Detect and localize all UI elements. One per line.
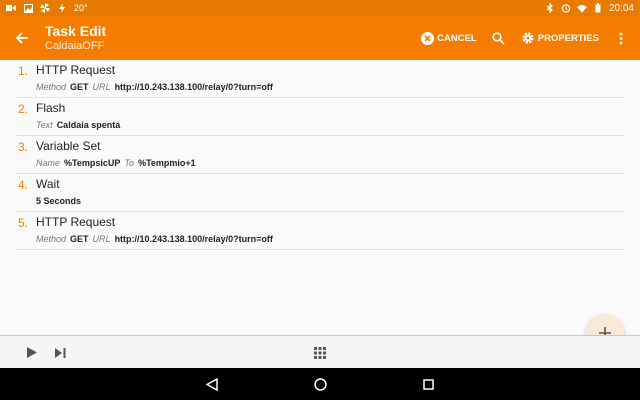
arg-label: URL xyxy=(92,234,111,244)
action-row-1[interactable]: 1. HTTP Request Method GET URL http://10… xyxy=(16,60,624,98)
overflow-menu-button[interactable] xyxy=(608,16,634,60)
circle-home-icon xyxy=(313,377,327,391)
action-row-3[interactable]: 3. Variable Set Name %TempsicUP To %Temp… xyxy=(16,136,624,174)
play-button[interactable] xyxy=(20,336,44,369)
page-title: Task Edit xyxy=(45,23,107,39)
arg-label: Method xyxy=(36,234,67,244)
status-bar: 20° 20:04 xyxy=(0,0,640,16)
temperature-text: 20° xyxy=(74,3,88,13)
action-name: Variable Set xyxy=(36,139,101,153)
gear-icon xyxy=(522,32,534,44)
cancel-icon xyxy=(421,31,435,45)
action-list: 1. HTTP Request Method GET URL http://10… xyxy=(16,60,624,250)
skip-next-icon xyxy=(54,347,65,358)
triangle-back-icon xyxy=(206,377,218,391)
pinwheel-notification-icon xyxy=(40,3,50,13)
battery-icon xyxy=(593,3,603,13)
task-name-subtitle: CaldaiaOFF xyxy=(45,40,105,52)
navigation-bar xyxy=(0,368,640,400)
arg-label: To xyxy=(124,158,135,168)
image-notification-icon xyxy=(23,3,33,13)
nav-recents-button[interactable] xyxy=(413,368,443,400)
action-number: 3. xyxy=(18,140,29,154)
play-icon xyxy=(27,347,37,358)
action-name: Wait xyxy=(36,177,60,191)
alarm-icon xyxy=(561,3,571,13)
arg-value: GET xyxy=(70,234,89,244)
search-button[interactable] xyxy=(486,16,512,60)
arg-label: Name xyxy=(36,158,61,168)
square-recents-icon xyxy=(422,378,434,390)
bluetooth-icon xyxy=(545,3,555,13)
action-row-5[interactable]: 5. HTTP Request Method GET URL http://10… xyxy=(16,212,624,250)
arg-value: %Tempmio+1 xyxy=(138,158,196,168)
action-name: Flash xyxy=(36,101,66,115)
nav-home-button[interactable] xyxy=(305,368,335,400)
properties-button[interactable]: PROPERTIES xyxy=(512,16,608,60)
action-row-2[interactable]: 2. Flash Text Caldaia spenta xyxy=(16,98,624,136)
action-number: 2. xyxy=(18,102,29,116)
arg-value: %TempsicUP xyxy=(64,158,121,168)
action-name: HTTP Request xyxy=(36,63,116,77)
nav-back-button[interactable] xyxy=(197,368,227,400)
properties-label: PROPERTIES xyxy=(537,32,599,44)
grid-icon xyxy=(314,346,326,359)
back-button[interactable] xyxy=(0,16,44,60)
action-number: 1. xyxy=(18,64,29,78)
more-vert-icon xyxy=(619,32,623,44)
clock-text: 20:04 xyxy=(608,2,634,14)
step-button[interactable] xyxy=(48,336,72,369)
arg-label: URL xyxy=(92,82,111,92)
cancel-label: CANCEL xyxy=(437,32,477,44)
action-name: HTTP Request xyxy=(36,215,116,229)
arg-label: Text xyxy=(36,120,53,130)
arg-value: http://10.243.138.100/relay/0?turn=off xyxy=(114,234,273,244)
arg-value: 5 Seconds xyxy=(36,196,82,206)
app-bar: Task Edit CaldaiaOFF CANCEL PROPERTIES xyxy=(0,16,640,60)
arg-label: Method xyxy=(36,82,67,92)
arg-value: GET xyxy=(70,82,89,92)
search-icon xyxy=(492,31,505,45)
action-grid-button[interactable] xyxy=(308,336,332,369)
arrow-back-icon xyxy=(15,32,28,44)
action-number: 4. xyxy=(18,178,29,192)
cancel-button[interactable]: CANCEL xyxy=(412,16,486,60)
flash-notification-icon xyxy=(57,3,67,13)
arg-value: Caldaia spenta xyxy=(56,120,121,130)
action-row-4[interactable]: 4. Wait 5 Seconds xyxy=(16,174,624,212)
bottom-toolbar xyxy=(0,335,640,368)
arg-value: http://10.243.138.100/relay/0?turn=off xyxy=(114,82,273,92)
wifi-icon xyxy=(576,3,587,13)
action-number: 5. xyxy=(18,216,29,230)
video-notification-icon xyxy=(6,3,16,13)
